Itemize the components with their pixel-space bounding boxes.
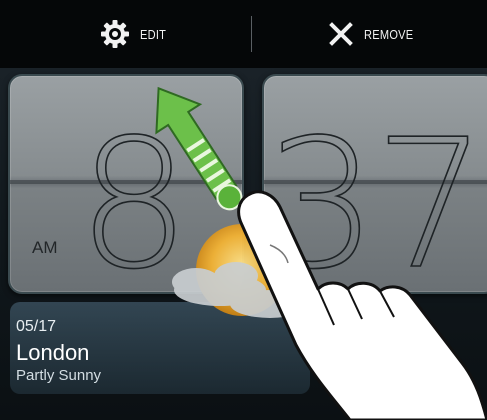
- hand-pointer-icon: [237, 190, 487, 420]
- remove-button[interactable]: REMOVE: [328, 14, 422, 54]
- edit-label: EDIT: [140, 26, 167, 42]
- weather-date: 05/17: [16, 318, 57, 335]
- clock-period: AM: [32, 238, 58, 257]
- close-icon: [329, 22, 353, 46]
- remove-label: REMOVE: [364, 26, 414, 42]
- gear-icon: [101, 20, 129, 48]
- weather-condition: Partly Sunny: [16, 367, 102, 384]
- weather-city: London: [16, 340, 90, 365]
- action-divider: [251, 16, 252, 52]
- home-screen: EDIT REMOVE 8 AM 37 05/17 London Partly …: [0, 0, 487, 420]
- widget-action-bar: EDIT REMOVE: [0, 0, 487, 68]
- edit-button[interactable]: EDIT: [100, 14, 171, 54]
